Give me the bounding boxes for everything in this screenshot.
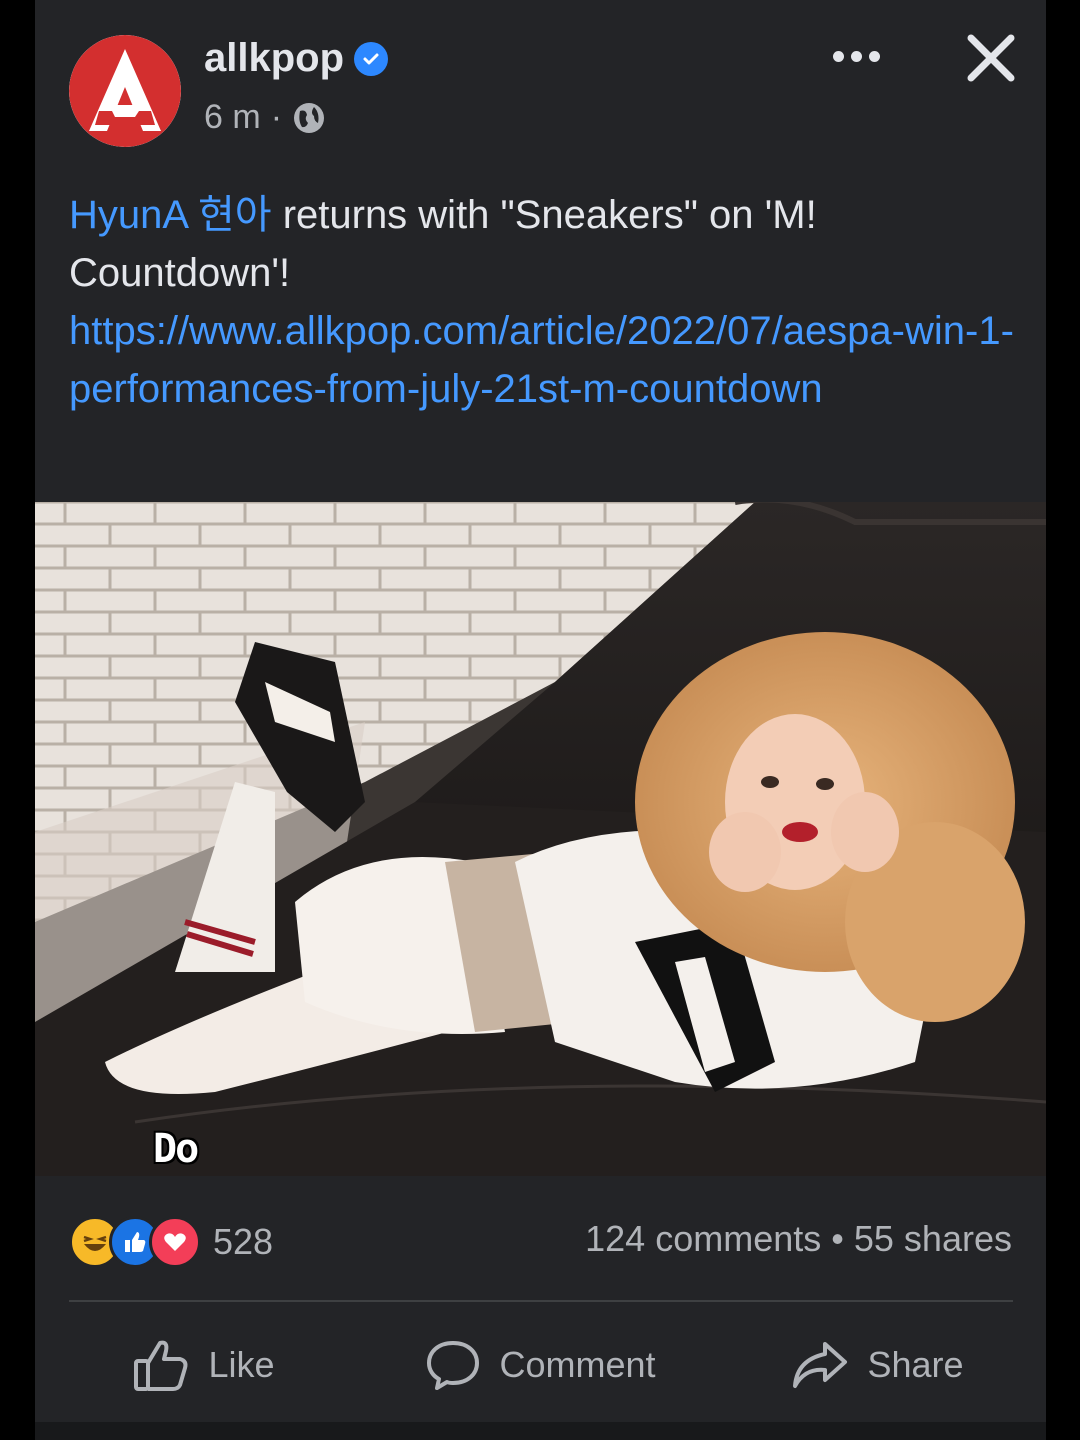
- post-text: HyunA 현아 returns with "Sneakers" on 'M! …: [69, 186, 1019, 418]
- allkpop-logo: [69, 35, 181, 147]
- page-name-label[interactable]: allkpop: [204, 36, 344, 81]
- post-image[interactable]: Do: [35, 502, 1046, 1176]
- reaction-count: 528: [213, 1221, 274, 1262]
- love-reaction-icon: [149, 1216, 201, 1268]
- comment-bubble-icon: [427, 1341, 480, 1390]
- globe-icon: [294, 102, 325, 133]
- action-bar: Like Comment Share: [35, 1320, 1046, 1410]
- verified-badge-icon: [354, 41, 389, 76]
- bottom-edge: [35, 1422, 1046, 1440]
- post-photo: [35, 502, 1046, 1176]
- comments-count[interactable]: 124 comments: [585, 1218, 821, 1259]
- share-arrow-icon: [793, 1342, 848, 1388]
- thumbs-up-icon: [134, 1340, 188, 1391]
- mention-link[interactable]: HyunA 현아: [69, 193, 272, 237]
- post-meta: 6 m ·: [204, 98, 326, 137]
- image-overlay-text: Do: [153, 1126, 199, 1172]
- comment-button[interactable]: Comment: [372, 1320, 709, 1410]
- page-avatar[interactable]: [69, 35, 181, 147]
- close-icon[interactable]: [963, 30, 1019, 86]
- like-label: Like: [208, 1344, 275, 1385]
- post-time[interactable]: 6 m: [204, 98, 261, 137]
- stats-separator: •: [831, 1218, 844, 1259]
- post-stats: 124 comments • 55 shares: [585, 1218, 1012, 1260]
- comment-label: Comment: [499, 1344, 656, 1385]
- reaction-summary[interactable]: 528: [69, 1216, 273, 1268]
- like-button[interactable]: Like: [35, 1320, 372, 1410]
- meta-separator: ·: [270, 98, 283, 136]
- page-name[interactable]: allkpop: [204, 36, 389, 81]
- share-label: Share: [867, 1344, 964, 1385]
- post-container: allkpop 6 m · HyunA 현아 returns with "Sne…: [35, 0, 1046, 1440]
- more-options-icon[interactable]: [833, 38, 889, 74]
- article-link[interactable]: https://www.allkpop.com/article/2022/07/…: [69, 302, 1019, 418]
- shares-count[interactable]: 55 shares: [854, 1218, 1012, 1259]
- share-button[interactable]: Share: [709, 1320, 1046, 1410]
- action-divider: [69, 1300, 1013, 1302]
